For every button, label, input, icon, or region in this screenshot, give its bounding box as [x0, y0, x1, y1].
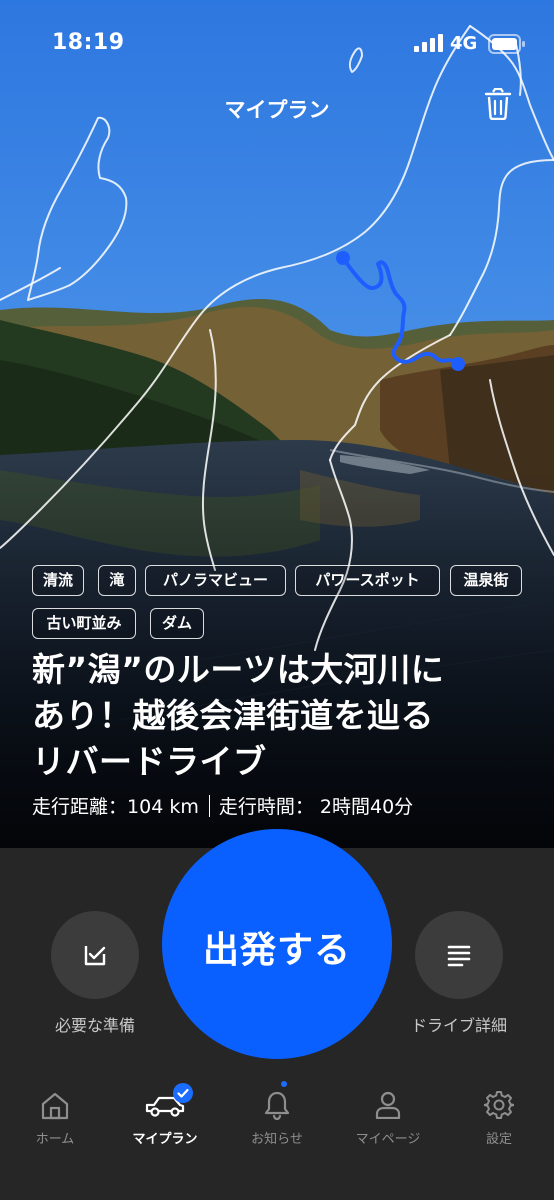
- tab-home-label: ホーム: [35, 1132, 75, 1147]
- tab-settings[interactable]: 設定: [444, 1078, 554, 1158]
- plan-title-line: リバードライブ: [32, 742, 267, 781]
- tab-home[interactable]: ホーム: [0, 1078, 110, 1158]
- preparation-button[interactable]: [51, 911, 139, 999]
- gear-icon: [484, 1091, 514, 1119]
- tab-myplan-label: マイプラン: [132, 1132, 198, 1147]
- cellular-signal-icon: [414, 34, 443, 52]
- tag-chip: ダム: [150, 608, 204, 639]
- tab-settings-label: 設定: [485, 1132, 512, 1147]
- tag-chip: パワースポット: [295, 565, 440, 596]
- tag-chip: 滝: [98, 565, 136, 596]
- home-icon: [41, 1092, 69, 1120]
- tab-notifications-label: お知らせ: [251, 1132, 303, 1147]
- tag-chip: 清流: [32, 565, 84, 596]
- duration-label: 走行時間：: [218, 796, 314, 818]
- person-icon: [375, 1091, 401, 1119]
- list-icon: [447, 945, 471, 967]
- plan-metrics: 走行距離：104 km 走行時間： 2時間40分: [32, 792, 413, 819]
- start-drive-button[interactable]: 出発する: [162, 829, 392, 1059]
- battery-icon: [488, 34, 525, 54]
- metrics-divider: [208, 795, 210, 817]
- tag-chip: パノラマビュー: [145, 565, 286, 596]
- plan-title-line: 新”潟”のルーツは大河川に: [32, 650, 445, 689]
- status-bar: 18:19 4G: [0, 0, 554, 90]
- page-title: マイプラン: [224, 98, 330, 122]
- duration-value: 2時間40分: [319, 796, 414, 818]
- status-time: 18:19: [52, 30, 125, 55]
- network-type: 4G: [450, 33, 478, 54]
- bell-icon: [264, 1091, 290, 1120]
- check-badge-icon: [173, 1083, 193, 1103]
- drive-details-button[interactable]: [415, 911, 503, 999]
- tag-chip: 温泉街: [450, 565, 522, 596]
- tab-notifications[interactable]: お知らせ: [222, 1078, 332, 1158]
- tab-mypage-label: マイページ: [355, 1132, 421, 1147]
- preparation-label: 必要な準備: [54, 1016, 135, 1035]
- plan-title-line: あり！越後会津街道を辿る: [32, 696, 434, 735]
- distance-value: 104 km: [127, 796, 199, 818]
- drive-details-label: ドライブ詳細: [410, 1016, 507, 1035]
- trash-icon[interactable]: [484, 88, 512, 120]
- plan-title: 新”潟”のルーツは大河川に あり！越後会津街道を辿る リバードライブ: [32, 647, 532, 785]
- tab-myplan[interactable]: マイプラン: [110, 1078, 220, 1158]
- tag-chip: 古い町並み: [32, 608, 136, 639]
- start-drive-label: 出発する: [202, 930, 351, 971]
- distance-label: 走行距離：: [32, 796, 128, 818]
- tab-mypage[interactable]: マイページ: [333, 1078, 443, 1158]
- tab-bar: ホーム マイプラン お知らせ マイページ 設定: [0, 1078, 554, 1200]
- checklist-icon: [84, 946, 106, 966]
